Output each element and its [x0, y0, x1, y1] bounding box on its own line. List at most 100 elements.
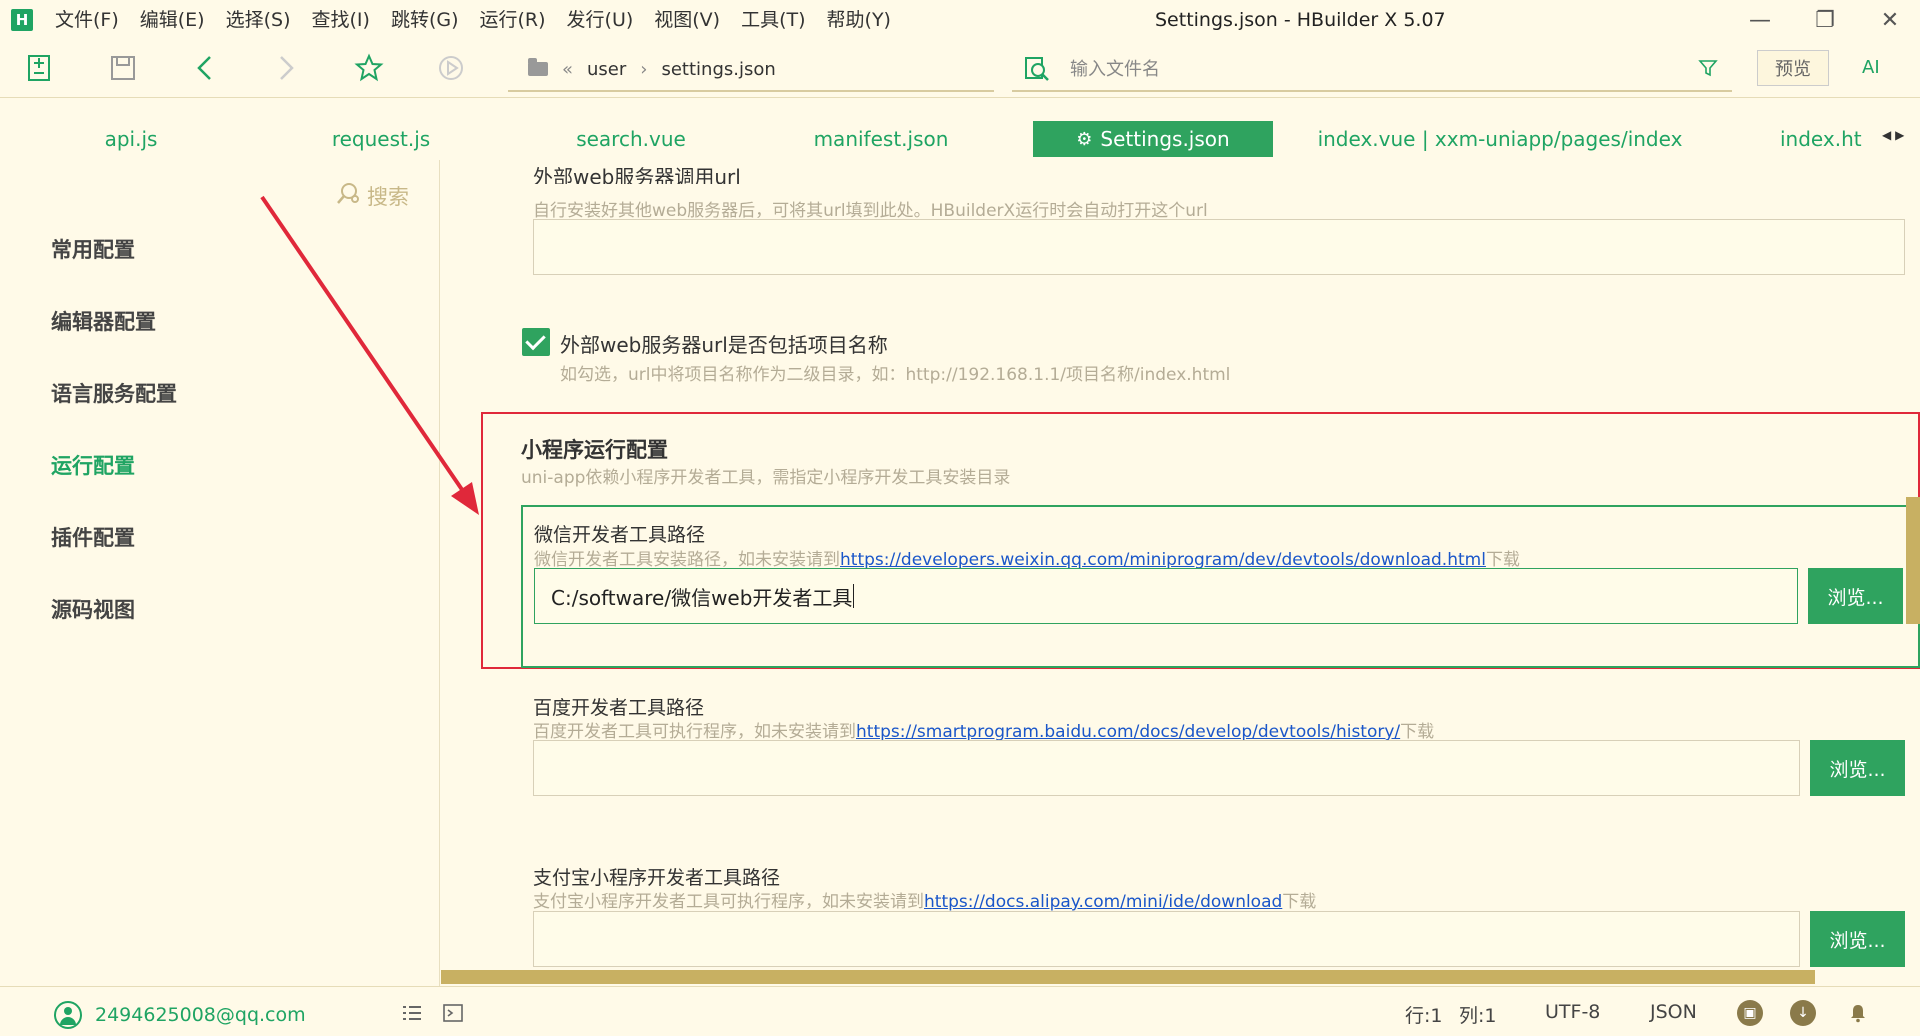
menu-publish[interactable]: 发行(U): [567, 0, 634, 40]
download-icon[interactable]: ↓: [1790, 1000, 1816, 1026]
star-icon[interactable]: [351, 50, 387, 86]
baidu-download-link[interactable]: https://smartprogram.baidu.com/docs/deve…: [856, 722, 1400, 742]
external-url-title: 外部web服务器调用url: [533, 165, 741, 184]
baidu-desc-suffix: 下载: [1400, 722, 1435, 742]
menu-file[interactable]: 文件(F): [55, 0, 119, 40]
chevron-double-left-icon[interactable]: «: [562, 59, 573, 80]
alipay-browse-button[interactable]: 浏览...: [1810, 911, 1905, 967]
chat-icon[interactable]: ▣: [1737, 1000, 1763, 1026]
search-icon: [335, 180, 361, 212]
alipay-path-title: 支付宝小程序开发者工具路径: [533, 867, 781, 889]
alipay-download-link[interactable]: https://docs.alipay.com/mini/ide/downloa…: [924, 892, 1282, 912]
sidebar-item-language-service[interactable]: 语言服务配置: [51, 378, 177, 408]
tab-index-vue[interactable]: index.vue | xxm-uniapp/pages/index: [1310, 121, 1690, 157]
file-search-input[interactable]: [1070, 58, 1650, 80]
alipay-desc-prefix: 支付宝小程序开发者工具可执行程序，如未安装请到: [533, 892, 924, 912]
gear-icon: ⚙: [1076, 128, 1093, 150]
status-encoding[interactable]: UTF-8: [1545, 1001, 1600, 1023]
tab-search-vue[interactable]: search.vue: [555, 121, 707, 157]
include-project-label[interactable]: 外部web服务器url是否包括项目名称: [560, 329, 888, 358]
tab-request-js[interactable]: request.js: [305, 121, 457, 157]
sidebar-search[interactable]: 搜索: [335, 180, 409, 212]
alipay-desc-suffix: 下载: [1282, 892, 1317, 912]
wechat-download-link[interactable]: https://developers.weixin.qq.com/minipro…: [840, 550, 1486, 570]
sidebar-item-source-view[interactable]: 源码视图: [51, 594, 135, 624]
forward-icon[interactable]: [268, 50, 304, 86]
back-icon[interactable]: [187, 50, 223, 86]
file-search: [1012, 48, 1732, 92]
miniprogram-section-title: 小程序运行配置: [521, 438, 668, 462]
menu-bar: 文件(F) 编辑(E) 选择(S) 查找(I) 跳转(G) 运行(R) 发行(U…: [55, 0, 912, 40]
chevron-right-icon: ›: [640, 58, 648, 80]
toolbar: « user › settings.json 预览 AI: [0, 40, 1920, 98]
tab-scroll-left-icon[interactable]: ◀: [1882, 128, 1891, 142]
status-bar: 2494625008@qq.com 行:1 列:1 UTF-8 JSON ▣ ↓: [0, 986, 1920, 1036]
wechat-browse-button[interactable]: 浏览...: [1808, 568, 1903, 624]
menu-help[interactable]: 帮助(Y): [827, 0, 891, 40]
sidebar-item-common[interactable]: 常用配置: [51, 234, 135, 264]
include-project-checkbox[interactable]: [522, 328, 550, 356]
status-language[interactable]: JSON: [1650, 1001, 1697, 1023]
sidebar-item-plugins[interactable]: 插件配置: [51, 522, 135, 552]
text-cursor: [853, 584, 855, 608]
save-icon[interactable]: [105, 50, 141, 86]
vertical-scrollbar[interactable]: [1906, 497, 1920, 624]
sidebar-item-editor[interactable]: 编辑器配置: [51, 306, 156, 336]
app-logo[interactable]: H: [11, 9, 33, 31]
tab-settings-json[interactable]: ⚙ Settings.json: [1033, 121, 1273, 157]
tab-index-ht[interactable]: index.ht: [1780, 121, 1880, 157]
external-url-desc: 自行安装好其他web服务器后，可将其url填到此处。HBuilderX运行时会自…: [533, 201, 1208, 221]
file-search-icon: [1022, 54, 1052, 84]
tab-scroll-right-icon[interactable]: ▶: [1895, 128, 1904, 142]
horizontal-scrollbar[interactable]: [441, 970, 1815, 984]
wechat-desc-prefix: 微信开发者工具安装路径，如未安装请到: [534, 550, 840, 570]
wechat-path-title: 微信开发者工具路径: [534, 524, 706, 546]
baidu-path-input[interactable]: [533, 740, 1800, 796]
ai-button[interactable]: AI: [1862, 50, 1880, 86]
menu-tools[interactable]: 工具(T): [741, 0, 805, 40]
status-line[interactable]: 行:1: [1405, 1001, 1443, 1028]
tab-settings-json-label: Settings.json: [1100, 127, 1230, 151]
filter-icon[interactable]: [1698, 58, 1720, 80]
list-icon[interactable]: [401, 1002, 423, 1024]
wechat-path-value: C:/software/微信web开发者工具: [551, 585, 853, 610]
title-bar: H 文件(F) 编辑(E) 选择(S) 查找(I) 跳转(G) 运行(R) 发行…: [0, 0, 1920, 40]
status-column[interactable]: 列:1: [1459, 1001, 1497, 1028]
alipay-path-input[interactable]: [533, 911, 1800, 967]
window-title: Settings.json - HBuilder X 5.07: [1155, 9, 1446, 31]
breadcrumb: « user › settings.json: [508, 48, 994, 92]
menu-edit[interactable]: 编辑(E): [140, 0, 205, 40]
breadcrumb-settings-json[interactable]: settings.json: [661, 59, 775, 80]
wechat-path-input[interactable]: C:/software/微信web开发者工具: [534, 568, 1798, 624]
tab-api-js[interactable]: api.js: [55, 121, 207, 157]
folder-icon: [528, 58, 548, 76]
sidebar-item-run[interactable]: 运行配置: [51, 450, 135, 480]
tab-scroll-arrows[interactable]: ◀ ▶: [1882, 128, 1904, 142]
preview-button[interactable]: 预览: [1757, 50, 1829, 86]
sidebar-search-label: 搜索: [367, 185, 409, 209]
external-url-input[interactable]: [533, 219, 1905, 275]
menu-select[interactable]: 选择(S): [226, 0, 291, 40]
baidu-desc-prefix: 百度开发者工具可执行程序，如未安装请到: [533, 722, 856, 742]
wechat-path-desc: 微信开发者工具安装路径，如未安装请到https://developers.wei…: [534, 545, 1520, 570]
wechat-desc-suffix: 下载: [1485, 550, 1520, 570]
menu-view[interactable]: 视图(V): [654, 0, 720, 40]
tab-manifest-json[interactable]: manifest.json: [805, 121, 957, 157]
status-user[interactable]: 2494625008@qq.com: [54, 1001, 306, 1029]
new-file-icon[interactable]: [22, 50, 58, 86]
include-project-desc: 如勾选，url中将项目名称作为二级目录，如：http://192.168.1.1…: [560, 365, 1231, 385]
minimize-icon[interactable]: —: [1730, 0, 1790, 40]
restore-icon[interactable]: ❐: [1795, 0, 1855, 40]
close-icon[interactable]: ✕: [1860, 0, 1920, 40]
menu-run[interactable]: 运行(R): [480, 0, 546, 40]
menu-goto[interactable]: 跳转(G): [391, 0, 459, 40]
avatar-icon: [54, 1001, 82, 1029]
breadcrumb-user[interactable]: user: [587, 59, 626, 80]
run-icon[interactable]: [433, 50, 469, 86]
terminal-icon[interactable]: [442, 1002, 464, 1024]
baidu-browse-button[interactable]: 浏览...: [1810, 740, 1905, 796]
menu-find[interactable]: 查找(I): [312, 0, 370, 40]
baidu-path-title: 百度开发者工具路径: [533, 697, 705, 719]
baidu-path-desc: 百度开发者工具可执行程序，如未安装请到https://smartprogram.…: [533, 717, 1434, 742]
bell-icon[interactable]: [1847, 1002, 1869, 1024]
